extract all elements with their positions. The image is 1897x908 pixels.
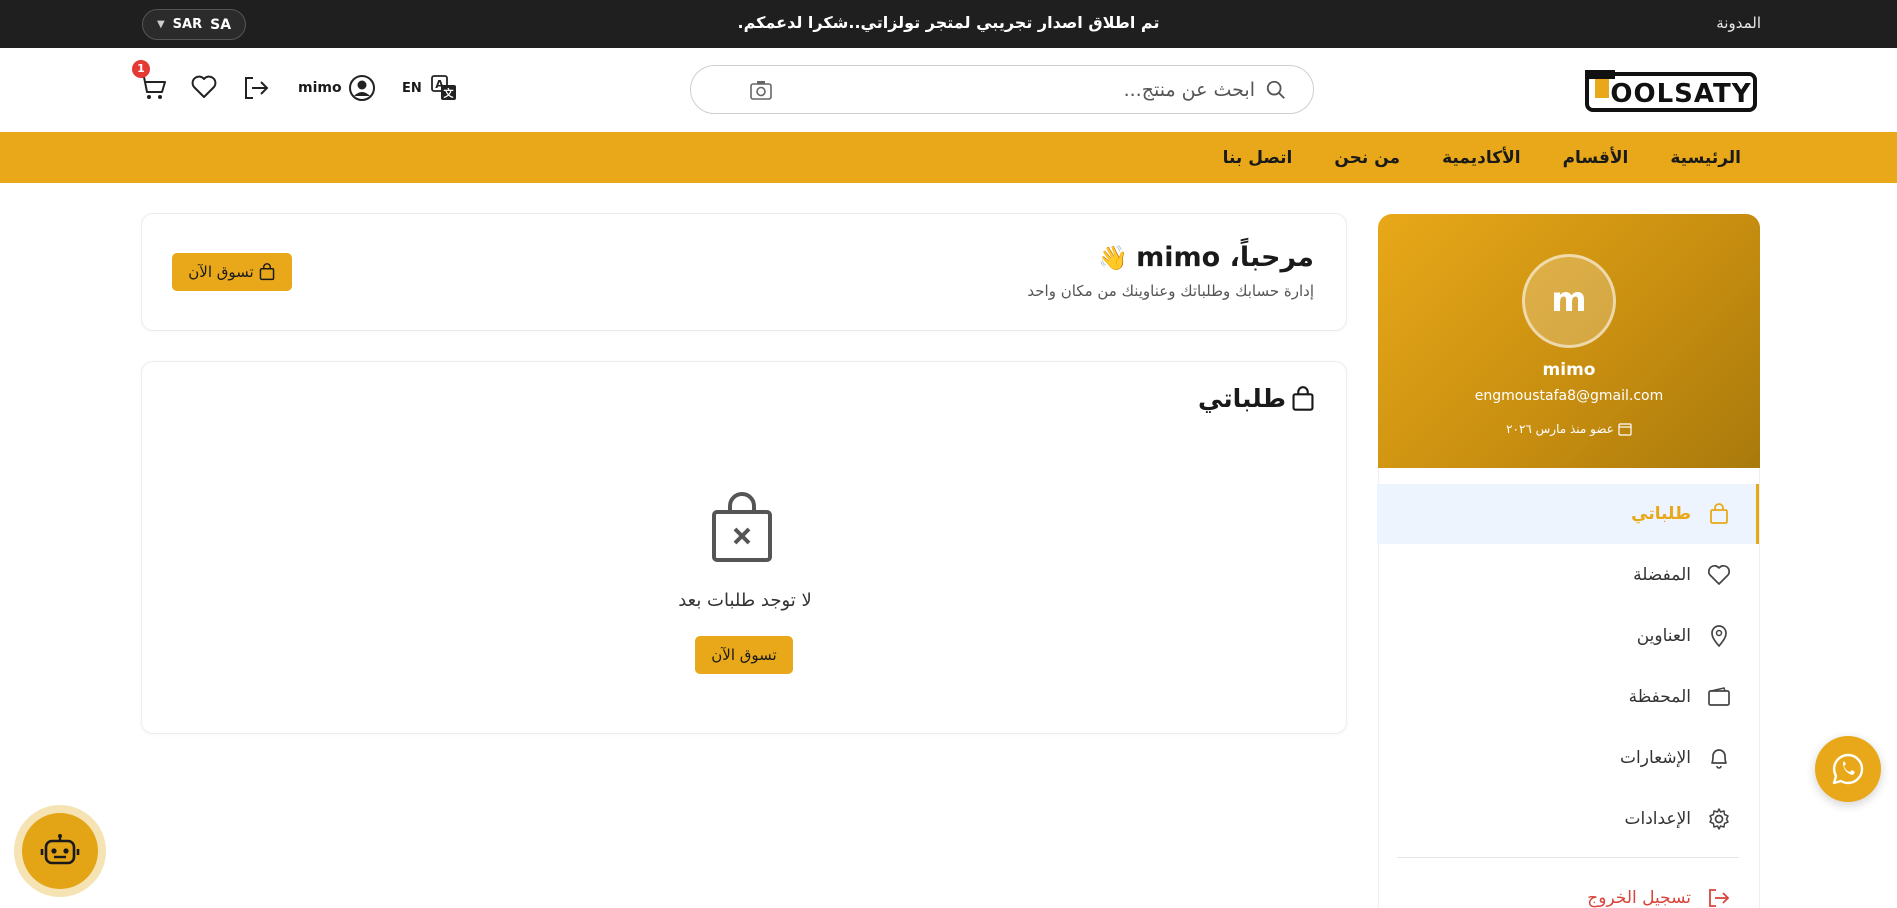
- sidebar-item-label: طلباتي: [1631, 504, 1691, 524]
- chevron-down-icon: ▼: [156, 19, 165, 30]
- whatsapp-button[interactable]: [1815, 736, 1881, 802]
- language-label: EN: [402, 80, 422, 96]
- welcome-card: مرحباً، mimo 👋 إدارة حسابك وطلباتك وعناو…: [141, 213, 1347, 331]
- search-icon[interactable]: [1265, 79, 1287, 101]
- whatsapp-icon: [1832, 753, 1864, 785]
- bell-icon: [1707, 746, 1731, 770]
- translate-icon: A文: [430, 75, 456, 100]
- robot-icon: [40, 834, 80, 865]
- nav-item-contact[interactable]: اتصل بنا: [1223, 148, 1293, 168]
- svg-text:OOLSATY: OOLSATY: [1610, 79, 1751, 109]
- empty-orders-text: لا توجد طلبات بعد: [678, 590, 812, 611]
- member-since: عضو منذ مارس ٢٠٢٦: [1378, 422, 1760, 436]
- sidebar-item-label: المفضلة: [1633, 565, 1691, 585]
- wave-emoji: 👋: [1098, 243, 1129, 272]
- shop-now-button[interactable]: تسوق الآن: [172, 253, 292, 291]
- orders-title: طلباتي: [1198, 384, 1316, 413]
- sidebar-divider: [1397, 857, 1739, 858]
- chatbot-button[interactable]: [14, 805, 106, 897]
- cart-count-badge: 1: [132, 60, 150, 78]
- logout-icon: [1707, 886, 1731, 908]
- sidebar-item-orders[interactable]: طلباتي: [1377, 484, 1759, 544]
- country-code: SA: [210, 16, 232, 33]
- calendar-icon: [1618, 423, 1632, 436]
- main-nav: الرئيسية الأقسام الأكاديمية من نحن اتصل …: [0, 132, 1897, 183]
- announcement-text: تم اطلاق اصدار تجريبي لمتجر تولزاتي..شكر…: [737, 13, 1160, 32]
- welcome-title: مرحباً، mimo 👋: [1098, 242, 1314, 273]
- search-input[interactable]: [835, 76, 1255, 104]
- username: mimo: [298, 80, 342, 96]
- sidebar-item-label: المحفظة: [1628, 687, 1691, 707]
- sidebar-item-favorites[interactable]: المفضلة: [1377, 545, 1759, 605]
- sidebar-item-label: العناوين: [1636, 626, 1691, 646]
- site-header: OOLSATY EN A文 mimo: [0, 48, 1897, 132]
- sidebar-item-settings[interactable]: الإعدادات: [1377, 789, 1759, 849]
- bag-icon: [1707, 502, 1731, 526]
- welcome-title-text: مرحباً، mimo: [1136, 242, 1314, 273]
- orders-card: طلباتي لا توجد طلبات بعد تسوق الآن: [141, 361, 1347, 734]
- wishlist-heart-icon[interactable]: [190, 74, 218, 100]
- nav-item-about[interactable]: من نحن: [1334, 148, 1400, 168]
- orders-title-text: طلباتي: [1197, 384, 1286, 413]
- wallet-icon: [1707, 685, 1731, 709]
- bag-icon: [1292, 385, 1314, 411]
- search-bar: [690, 65, 1314, 114]
- logout-icon[interactable]: [242, 75, 270, 101]
- user-icon: [348, 75, 375, 101]
- camera-search-icon[interactable]: [749, 79, 773, 101]
- sidebar-item-label: الإعدادات: [1624, 809, 1691, 829]
- chatbot-inner: [22, 813, 98, 889]
- announcement-bar: المدونة تم اطلاق اصدار تجريبي لمتجر تولز…: [0, 0, 1897, 48]
- sidebar-item-wallet[interactable]: المحفظة: [1377, 667, 1759, 727]
- cart-icon[interactable]: [138, 74, 168, 102]
- gear-icon: [1707, 807, 1731, 831]
- profile-email: engmoustafa8@gmail.com: [1474, 388, 1664, 404]
- sidebar-item-label: الإشعارات: [1620, 748, 1691, 768]
- language-switcher[interactable]: EN A文: [402, 74, 458, 102]
- currency-code: SAR: [172, 17, 203, 32]
- currency-selector[interactable]: ▼ SAR SA: [142, 9, 246, 40]
- welcome-subtitle: إدارة حسابك وطلباتك وعناوينك من مكان واح…: [1027, 282, 1314, 300]
- member-since-text: عضو منذ مارس ٢٠٢٦: [1506, 422, 1614, 436]
- profile-name: mimo: [1542, 360, 1596, 380]
- user-account[interactable]: mimo: [298, 74, 376, 102]
- sidebar-item-addresses[interactable]: العناوين: [1377, 606, 1759, 666]
- shop-now-label: تسوق الآن: [188, 263, 254, 281]
- avatar: m: [1522, 254, 1616, 348]
- nav-item-categories[interactable]: الأقسام: [1563, 148, 1629, 168]
- profile-card: m mimo engmoustafa8@gmail.com عضو منذ ما…: [1378, 214, 1760, 480]
- toolsaty-logo[interactable]: OOLSATY: [1585, 68, 1757, 114]
- account-sidebar: طلباتي المفضلة العناوين المحفظة الإشعارا…: [1377, 468, 1760, 908]
- sidebar-item-logout[interactable]: تسجيل الخروج: [1377, 868, 1759, 908]
- logout-label: تسجيل الخروج: [1587, 888, 1691, 908]
- empty-bag-icon: [712, 492, 772, 562]
- nav-item-home[interactable]: الرئيسية: [1670, 148, 1741, 168]
- location-pin-icon: [1707, 624, 1731, 648]
- svg-text:文: 文: [443, 87, 454, 100]
- heart-icon: [1707, 563, 1731, 587]
- nav-item-academy[interactable]: الأكاديمية: [1442, 148, 1521, 168]
- bag-icon: [259, 263, 275, 281]
- shop-now-button[interactable]: تسوق الآن: [695, 636, 793, 674]
- sidebar-item-notifications[interactable]: الإشعارات: [1377, 728, 1759, 788]
